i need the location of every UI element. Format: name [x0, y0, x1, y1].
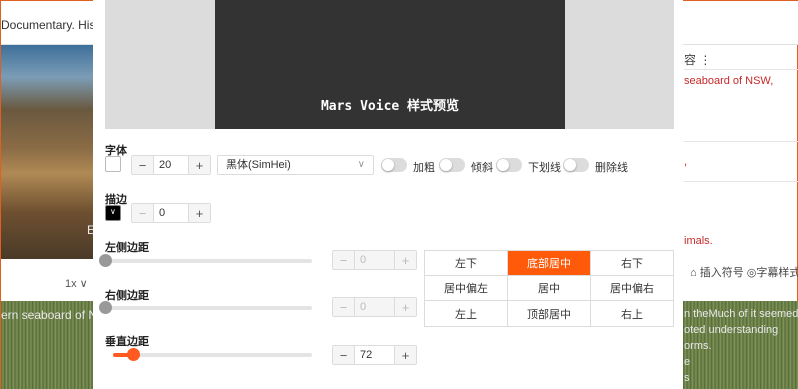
- waveform-caption-right: s: [684, 372, 690, 384]
- position-option[interactable]: 底部居中: [508, 251, 591, 276]
- vertical-margin-label: 垂直边距: [105, 336, 149, 348]
- left-margin-label: 左侧边距: [105, 242, 149, 254]
- font-size-stepper[interactable]: − 20 +: [131, 155, 211, 175]
- left-margin-slider[interactable]: [99, 254, 312, 267]
- divider: [684, 181, 798, 182]
- position-option[interactable]: 右上: [591, 301, 673, 326]
- chevron-down-icon: ∨: [110, 207, 116, 216]
- waveform-caption-right: oted understanding: [684, 324, 779, 336]
- right-margin-stepper[interactable]: − 0 +: [332, 297, 417, 317]
- subtitle-text: seaboard of NSW,: [684, 75, 774, 87]
- vertical-margin-slider[interactable]: [113, 348, 312, 361]
- position-option[interactable]: 居中: [508, 276, 591, 301]
- position-option[interactable]: 右下: [591, 251, 673, 276]
- subtitle-text: imals.: [684, 235, 713, 247]
- slider-thumb[interactable]: [99, 254, 112, 267]
- increase-button[interactable]: +: [394, 251, 416, 269]
- increase-button[interactable]: +: [394, 346, 416, 364]
- preview-video: Mars Voice 样式预览: [215, 0, 565, 129]
- italic-toggle[interactable]: [439, 158, 465, 172]
- font-family-select[interactable]: 黑体(SimHei) ∨: [217, 155, 374, 175]
- strikethrough-toggle[interactable]: [563, 158, 589, 172]
- bold-label: 加粗: [413, 162, 435, 174]
- bold-toggle[interactable]: [381, 158, 407, 172]
- increase-button[interactable]: +: [394, 298, 416, 316]
- waveform-caption-right: e: [684, 356, 691, 368]
- decrease-button[interactable]: −: [333, 298, 355, 316]
- background-panel-menu[interactable]: 容 ⋮: [684, 51, 711, 68]
- playback-speed[interactable]: 1x ∨: [65, 277, 88, 290]
- divider: [684, 141, 798, 142]
- increase-button[interactable]: +: [188, 204, 210, 222]
- decrease-button[interactable]: −: [132, 204, 154, 222]
- background-photo: [1, 45, 94, 259]
- stroke-color-picker[interactable]: ∨: [105, 205, 121, 221]
- decrease-button[interactable]: −: [132, 156, 154, 174]
- divider: [684, 69, 798, 70]
- strikethrough-label: 删除线: [595, 162, 628, 174]
- decrease-button[interactable]: −: [333, 251, 355, 269]
- waveform-caption-right: orms.: [684, 340, 712, 352]
- style-preview: Mars Voice 样式预览: [105, 0, 674, 129]
- stroke-width-stepper[interactable]: − 0 +: [131, 203, 211, 223]
- underline-label: 下划线: [528, 162, 561, 174]
- stroke-width-value[interactable]: 0: [154, 204, 188, 222]
- waveform-caption-left: ern seaboard of N: [1, 308, 98, 322]
- font-color-picker[interactable]: [105, 156, 121, 172]
- background-title: Documentary. Histo: [1, 18, 106, 32]
- vertical-margin-value[interactable]: 72: [355, 346, 394, 364]
- position-option[interactable]: 居中偏左: [425, 276, 508, 301]
- subtitle-text: ,: [684, 156, 688, 168]
- position-option[interactable]: 顶部居中: [508, 301, 591, 326]
- vertical-margin-stepper[interactable]: − 72 +: [332, 345, 417, 365]
- position-option[interactable]: 居中偏右: [591, 276, 673, 301]
- font-family-value: 黑体(SimHei): [226, 159, 291, 171]
- subtitle-style-dialog: Mars Voice 样式预览 字体 − 20 + 黑体(SimHei) ∨ 加…: [93, 0, 683, 389]
- slider-thumb[interactable]: [99, 301, 112, 314]
- left-margin-stepper[interactable]: − 0 +: [332, 250, 417, 270]
- left-margin-value[interactable]: 0: [355, 251, 394, 269]
- background-toolbar[interactable]: ⌂ 插入符号 ◎字幕样式 ⊟: [690, 264, 798, 280]
- position-grid: 左下 底部居中 右下居中偏左 居中 居中偏右左上 顶部居中 右上: [424, 250, 674, 327]
- preview-text: Mars Voice 样式预览: [320, 99, 460, 114]
- increase-button[interactable]: +: [188, 156, 210, 174]
- underline-toggle[interactable]: [496, 158, 522, 172]
- right-margin-slider[interactable]: [99, 301, 312, 314]
- slider-thumb[interactable]: [127, 348, 140, 361]
- waveform-caption-right: n theMuch of it seemed: [684, 308, 798, 320]
- position-option[interactable]: 左上: [425, 301, 508, 326]
- font-size-value[interactable]: 20: [154, 156, 188, 174]
- decrease-button[interactable]: −: [333, 346, 355, 364]
- right-margin-label: 右侧边距: [105, 290, 149, 302]
- position-option[interactable]: 左下: [425, 251, 508, 276]
- chevron-down-icon: ∨: [357, 159, 365, 170]
- italic-label: 倾斜: [471, 162, 493, 174]
- right-margin-value[interactable]: 0: [355, 298, 394, 316]
